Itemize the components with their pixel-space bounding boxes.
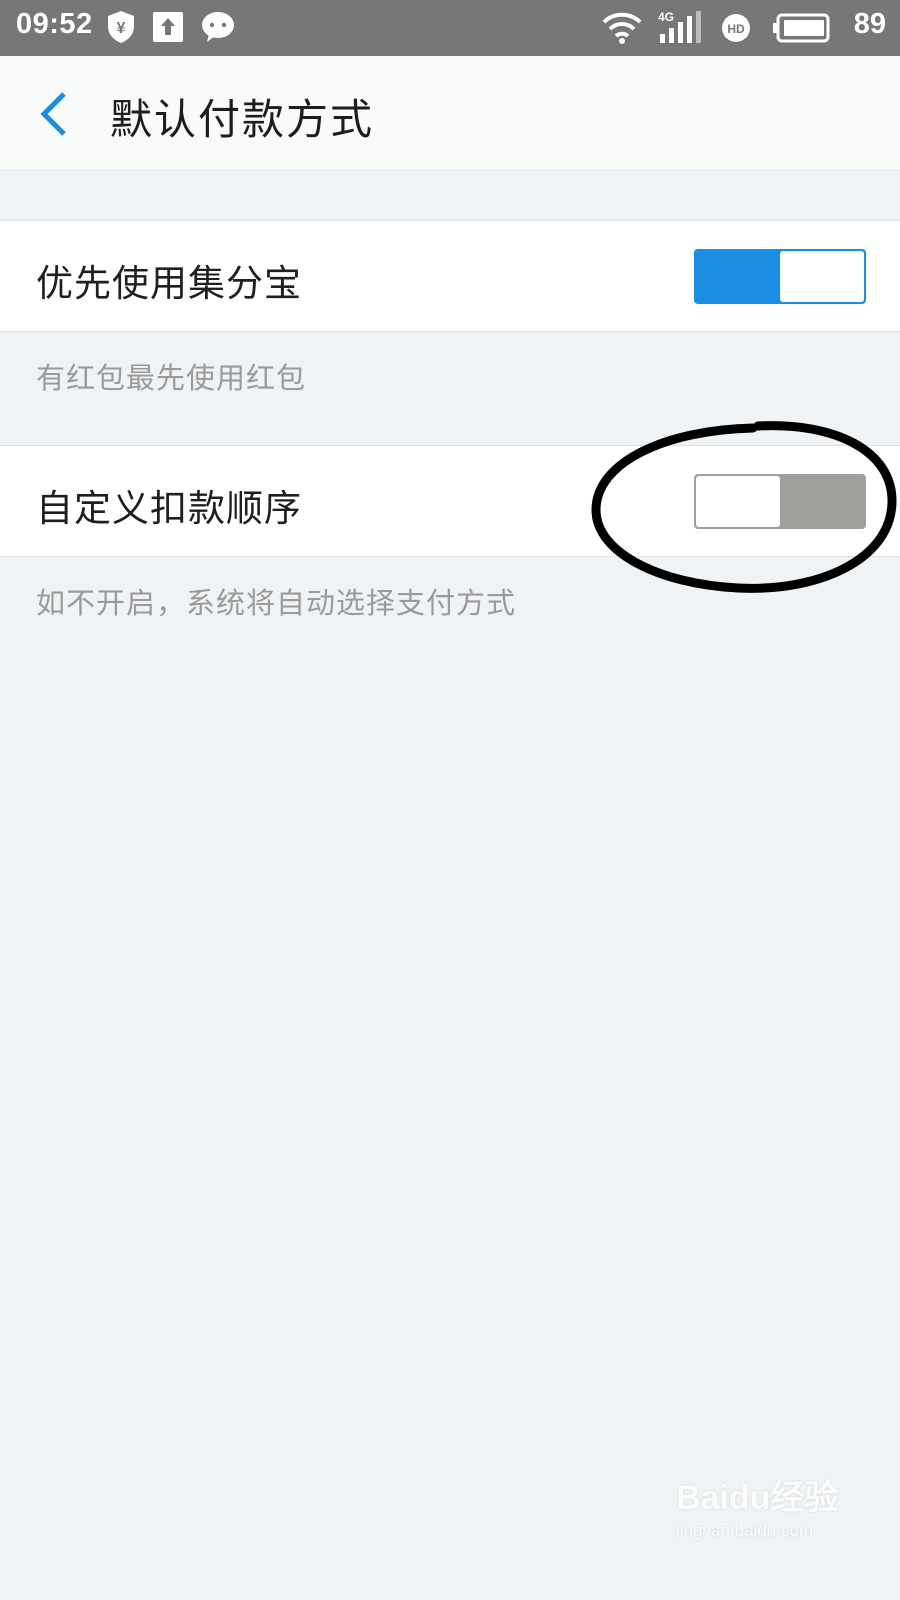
wechat-icon [202,12,234,42]
watermark-url: jingyan.baidu.com [676,1521,814,1540]
toggle-knob [696,476,780,527]
battery-level: 89 [853,8,886,40]
header: 默认付款方式 [0,56,900,171]
status-time: 09:52 [16,8,93,40]
svg-text:¥: ¥ [117,20,126,37]
setting-label: 自定义扣款顺序 [36,487,302,530]
chevron-left-icon[interactable] [34,90,74,138]
hd-icon: HD [722,14,750,42]
custom-order-toggle[interactable] [694,474,866,529]
setting-hint: 有红包最先使用红包 [36,361,307,395]
watermark-logo: Baidu经验 [676,1479,839,1517]
signal-4g-icon: 4G [658,10,701,43]
battery-icon [773,13,830,43]
svg-text:HD: HD [727,22,745,36]
shield-yen-icon: ¥ [108,11,134,43]
watermark: Baidu经验 jingyan.baidu.com [676,1470,838,1541]
setting-label: 优先使用集分宝 [36,262,302,305]
setting-hint: 如不开启，系统将自动选择支付方式 [36,586,517,620]
status-bar: 09:52 ¥ 4G HD 89 [0,0,900,56]
setting-row-custom-order: 自定义扣款顺序 [0,445,900,557]
prefer-jifenbao-toggle[interactable] [694,249,866,304]
upload-icon [153,12,183,42]
toggle-knob [780,251,864,302]
wifi-icon [602,12,642,44]
page-title: 默认付款方式 [110,95,375,144]
network-type: 4G [658,10,674,24]
setting-row-prefer-jifenbao: 优先使用集分宝 [0,220,900,332]
